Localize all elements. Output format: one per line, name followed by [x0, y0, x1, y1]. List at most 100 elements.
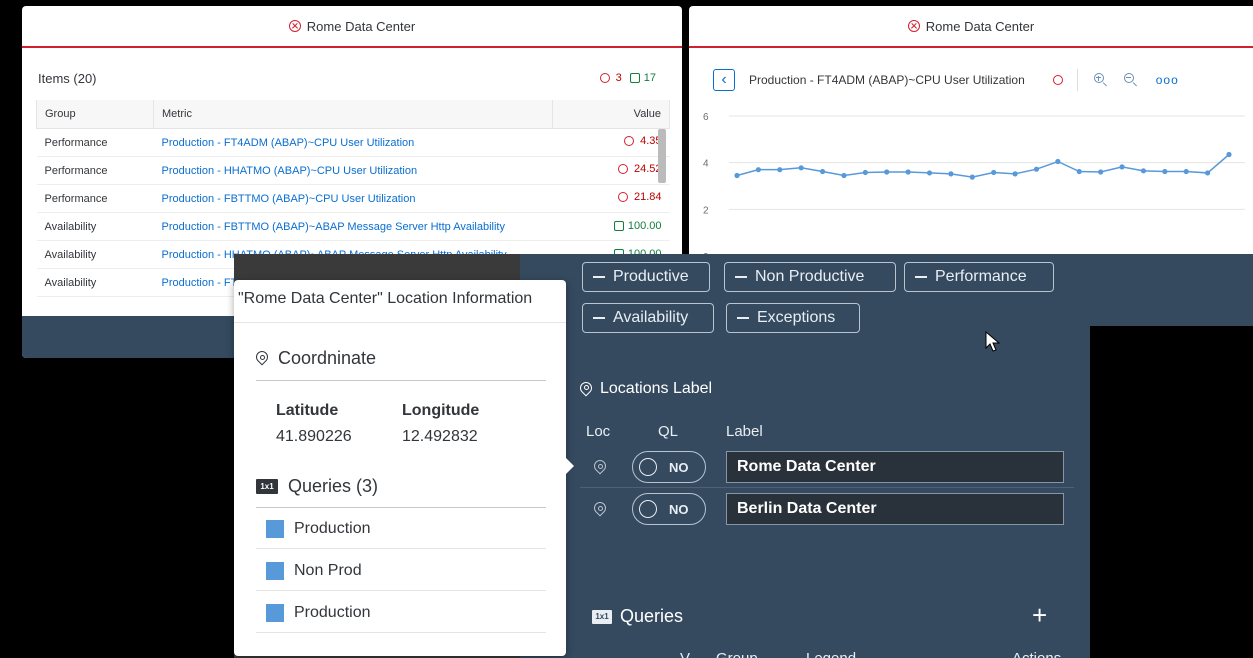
column-header-metric[interactable]: Metric — [153, 100, 553, 129]
column-header-group[interactable]: Group — [36, 100, 154, 129]
section-rule — [256, 507, 546, 508]
filter-exceptions-button[interactable]: Exceptions — [726, 303, 860, 333]
minus-icon — [735, 276, 747, 278]
alert-icon — [598, 71, 612, 85]
data-point[interactable] — [1205, 170, 1211, 176]
data-point[interactable] — [819, 168, 826, 175]
data-point[interactable] — [884, 169, 890, 175]
close-circle-icon[interactable] — [907, 20, 920, 32]
group-cell: Performance — [36, 128, 154, 157]
more-options-button[interactable]: ooo — [1156, 73, 1179, 87]
coordinate-title-text: Coordninate — [278, 348, 377, 368]
data-point[interactable] — [1183, 168, 1189, 175]
chart-panel-title: Rome Data Center — [925, 18, 1035, 34]
ok-square-icon — [613, 220, 624, 231]
y-tick-label: 4 — [703, 159, 709, 170]
location-pin-icon[interactable] — [591, 457, 609, 475]
back-button[interactable]: ‹ — [713, 69, 735, 91]
toggle-knob — [639, 500, 657, 518]
data-point[interactable] — [841, 172, 847, 179]
alert-count: 3 — [615, 72, 622, 84]
location-info-popover: "Rome Data Center" Location Information … — [234, 280, 574, 656]
latitude-value: 41.890226 — [276, 428, 352, 445]
location-label-input[interactable]: Rome Data Center — [726, 451, 1064, 483]
query-list-item[interactable]: Non Prod — [256, 551, 546, 591]
data-point[interactable] — [926, 170, 933, 176]
data-point[interactable] — [862, 169, 868, 176]
add-query-button[interactable]: + — [1032, 600, 1047, 631]
minus-icon — [737, 317, 749, 319]
data-point[interactable] — [991, 169, 997, 176]
column-header-value[interactable]: Value — [552, 100, 670, 129]
metric-link[interactable]: Production - FBTTMO (ABAP)~ABAP Message … — [153, 212, 553, 241]
line-chart: 6420 — [703, 112, 1245, 262]
data-point[interactable] — [1119, 164, 1125, 170]
column-header-loc: Loc — [586, 423, 611, 440]
close-circle-icon[interactable] — [288, 20, 301, 32]
zoom-in-icon[interactable] — [1093, 73, 1108, 87]
table-scrollbar[interactable] — [658, 129, 666, 183]
quick-link-toggle[interactable]: NO — [632, 451, 706, 483]
zoom-out-icon[interactable] — [1123, 73, 1138, 87]
location-label-input[interactable]: Berlin Data Center — [726, 493, 1064, 525]
data-point[interactable] — [1226, 151, 1232, 158]
data-point[interactable] — [1076, 168, 1082, 175]
group-cell: Performance — [36, 184, 154, 213]
items-panel-header: Rome Data Center — [22, 6, 682, 48]
table-header-row: Group Metric Value — [36, 100, 670, 129]
group-cell: Availability — [36, 268, 154, 297]
latitude-label: Latitude — [276, 402, 339, 419]
data-point[interactable] — [1140, 168, 1147, 174]
filter-label: Exceptions — [757, 309, 836, 326]
row-divider — [580, 487, 1074, 488]
filter-non-productive-button[interactable]: Non Productive — [724, 262, 896, 292]
table-1x1-icon: 1x1 — [592, 609, 612, 624]
filter-availability-button[interactable]: Availability — [582, 303, 714, 333]
query-list-item[interactable]: Production — [256, 593, 546, 633]
queries-count-text: Queries (3) — [288, 476, 379, 496]
y-tick-label: 6 — [703, 112, 709, 123]
location-pin-icon — [253, 348, 271, 366]
query-label: Production — [294, 603, 371, 621]
coordinate-section-title: Coordninate — [253, 348, 546, 369]
location-row: NO Berlin Data Center — [580, 492, 1070, 530]
series-line — [736, 153, 1230, 178]
query-list-item[interactable]: Production — [256, 509, 546, 549]
toggle-knob — [639, 458, 657, 476]
data-point[interactable] — [755, 167, 761, 173]
data-point[interactable] — [1162, 168, 1168, 175]
data-point[interactable] — [777, 167, 783, 173]
items-toolbar: Items (20) 3 17 — [38, 68, 656, 88]
filter-productive-button[interactable]: Productive — [582, 262, 710, 292]
data-point[interactable] — [1055, 158, 1061, 165]
table-row[interactable]: Performance Production - FT4ADM (ABAP)~CP… — [36, 128, 670, 157]
chevron-left-icon: ‹ — [721, 71, 727, 88]
metric-link[interactable]: Production - FBTTMO (ABAP)~CPU User Util… — [153, 184, 553, 213]
table-1x1-icon: 1x1 — [256, 479, 278, 494]
chart-panel-header: Rome Data Center — [689, 6, 1253, 48]
metric-link[interactable]: Production - FT4ADM (ABAP)~CPU User Util… — [153, 128, 553, 157]
query-color-swatch — [266, 603, 284, 622]
filter-performance-button[interactable]: Performance — [904, 262, 1054, 292]
value-cell: 100.00 — [552, 212, 670, 241]
metric-link[interactable]: Production - HHATMO (ABAP)~CPU User Util… — [153, 156, 553, 185]
data-point[interactable] — [1012, 171, 1018, 177]
value-cell: 24.52 — [552, 156, 670, 185]
table-row[interactable]: Performance Production - HHATMO (ABAP)~CP… — [36, 156, 670, 185]
data-point[interactable] — [734, 172, 740, 179]
data-point[interactable] — [1098, 169, 1104, 175]
mouse-cursor-icon — [985, 331, 1001, 352]
value-text: 100.00 — [627, 219, 662, 232]
section-rule — [256, 380, 546, 381]
popover-divider — [234, 322, 566, 323]
quick-link-toggle[interactable]: NO — [632, 493, 706, 525]
data-point[interactable] — [969, 174, 975, 180]
minus-icon — [593, 276, 605, 278]
data-point[interactable] — [1033, 166, 1040, 172]
data-point[interactable] — [798, 165, 804, 171]
table-row[interactable]: Performance Production - FBTTMO (ABAP)~CP… — [36, 184, 670, 213]
data-point[interactable] — [948, 171, 954, 177]
location-pin-icon[interactable] — [591, 499, 609, 517]
data-point[interactable] — [905, 169, 911, 175]
table-row[interactable]: Availability Production - FBTTMO (ABAP)~A… — [36, 212, 670, 241]
